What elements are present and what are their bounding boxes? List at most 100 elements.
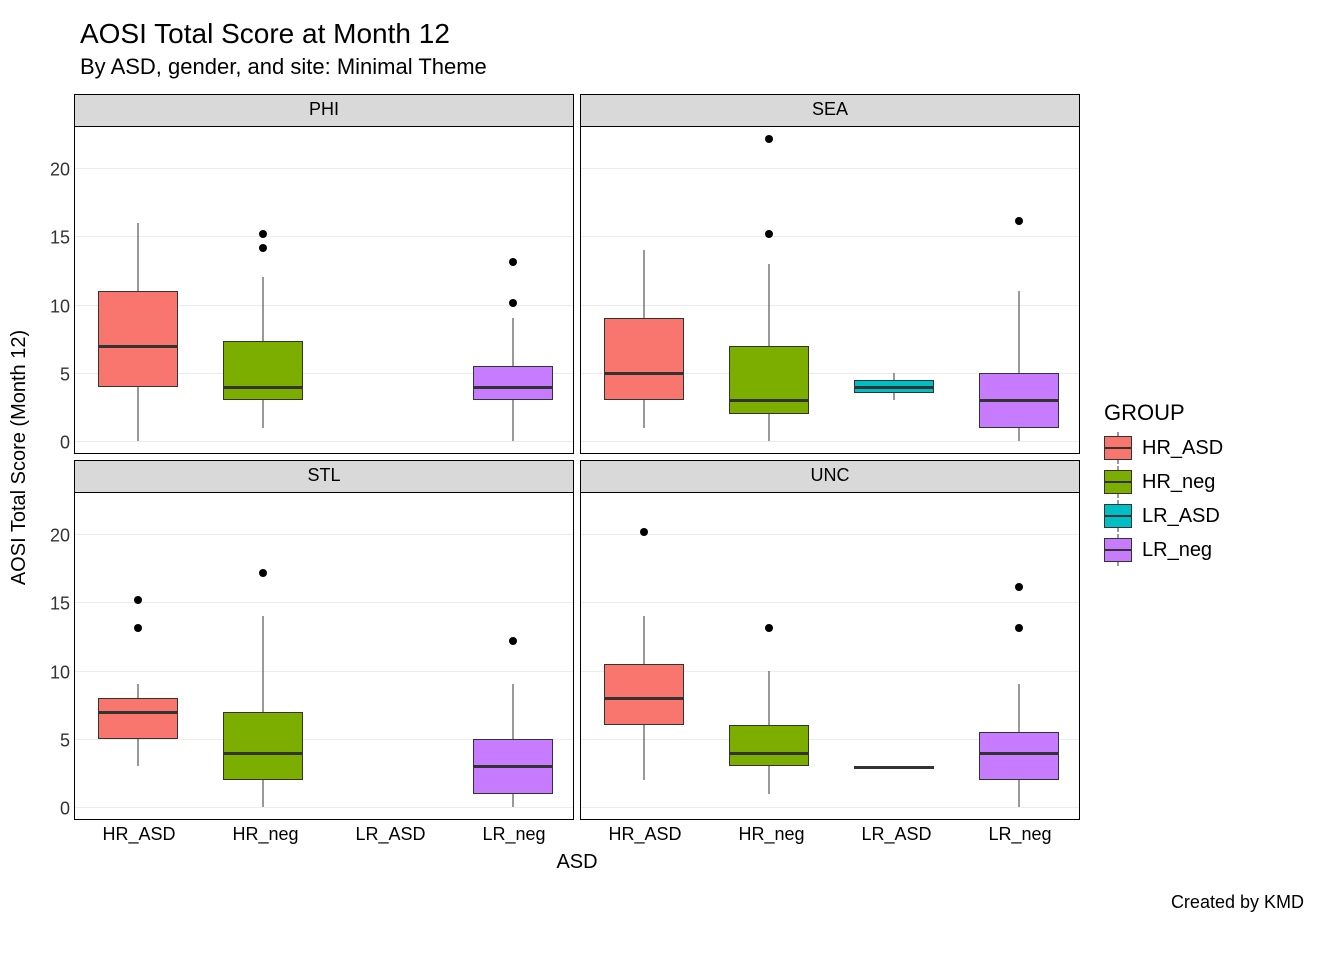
box-rect (473, 366, 553, 400)
box-rect (98, 291, 178, 387)
box-slot (450, 127, 573, 453)
box-outlier (509, 299, 517, 307)
box-median (604, 372, 684, 375)
legend-key-icon (1104, 504, 1132, 528)
box-rect (604, 664, 684, 726)
facet-panel: PHI (74, 94, 574, 454)
box-median (98, 711, 178, 714)
box-median (979, 752, 1059, 755)
box-outlier (765, 230, 773, 238)
x-axis-ticks-row: HR_ASDHR_negLR_ASDLR_negHR_ASDHR_negLR_A… (74, 824, 1344, 845)
legend-item: HR_neg (1104, 470, 1304, 494)
legend-key-icon (1104, 436, 1132, 460)
box-rect (979, 732, 1059, 780)
box-outlier (259, 244, 267, 252)
box-outlier (259, 569, 267, 577)
plot-title: AOSI Total Score at Month 12 (80, 18, 1344, 50)
box-slot (200, 127, 325, 453)
y-tick-label: 5 (60, 365, 70, 386)
facet-panel: SEA (580, 94, 1080, 454)
box-rect (223, 341, 303, 400)
legend-key-icon (1104, 538, 1132, 562)
box-outlier (765, 624, 773, 632)
x-tick-label: LR_ASD (355, 824, 425, 845)
y-tick-label: 10 (50, 662, 70, 683)
facet-panel: UNC (580, 460, 1080, 820)
box-slot (75, 493, 200, 819)
box-outlier (134, 596, 142, 604)
box-rect (604, 318, 684, 400)
y-axis-label: AOSI Total Score (Month 12) (9, 329, 32, 584)
y-tick-label: 0 (60, 799, 70, 820)
facet-plot-area (581, 493, 1079, 819)
box-slot (956, 493, 1079, 819)
chart-figure: AOSI Total Score at Month 12 By ASD, gen… (0, 0, 1344, 960)
title-block: AOSI Total Score at Month 12 By ASD, gen… (0, 18, 1344, 80)
box-slot (200, 493, 325, 819)
box-outlier (1015, 583, 1023, 591)
y-tick-label: 20 (50, 160, 70, 181)
facet-grid: PHISEA STLUNC (74, 94, 1080, 820)
box-rect (729, 725, 809, 766)
box-outlier (509, 637, 517, 645)
box-slot (956, 127, 1079, 453)
box-median (98, 345, 178, 348)
box-median (473, 386, 553, 389)
legend-item: LR_ASD (1104, 504, 1304, 528)
legend-item: HR_ASD (1104, 436, 1304, 460)
y-tick-label: 20 (50, 526, 70, 547)
box-slot (706, 493, 831, 819)
box-slot (831, 127, 956, 453)
x-tick-label: HR_neg (738, 824, 804, 845)
box-median (979, 399, 1059, 402)
facet-plot-area (75, 493, 573, 819)
box-median (729, 399, 809, 402)
y-tick-label: 10 (50, 296, 70, 317)
box-slot (831, 493, 956, 819)
box-median (223, 386, 303, 389)
box-outlier (1015, 217, 1023, 225)
x-axis-label: ASD (74, 851, 1080, 874)
facet-strip-label: STL (75, 461, 573, 493)
y-tick-label: 0 (60, 433, 70, 454)
box-slot (581, 493, 706, 819)
x-tick-label: LR_ASD (861, 824, 931, 845)
box-slot (450, 493, 573, 819)
box-rect (729, 346, 809, 414)
legend-label: HR_ASD (1142, 437, 1223, 460)
x-axis-ticks: HR_ASDHR_negLR_ASDLR_neg (580, 824, 1080, 845)
legend-label: LR_ASD (1142, 505, 1220, 528)
x-tick-label: LR_neg (482, 824, 545, 845)
plot-subtitle: By ASD, gender, and site: Minimal Theme (80, 54, 1344, 80)
x-tick-label: HR_neg (232, 824, 298, 845)
y-axis-label-wrap: AOSI Total Score (Month 12) (0, 446, 40, 469)
box-outlier (640, 528, 648, 536)
x-tick-label: LR_neg (988, 824, 1051, 845)
legend-label: HR_neg (1142, 471, 1215, 494)
legend-label: LR_neg (1142, 539, 1212, 562)
x-axis-ticks: HR_ASD HR_neg LR_ASD LR_neg (74, 824, 574, 845)
legend-title: GROUP (1104, 400, 1304, 426)
box-slot (325, 493, 450, 819)
box-median (223, 752, 303, 755)
facet-strip-label: UNC (581, 461, 1079, 493)
legend-item: LR_neg (1104, 538, 1304, 562)
y-tick-label: 15 (50, 228, 70, 249)
box-outlier (1015, 624, 1023, 632)
legend-key-icon (1104, 470, 1132, 494)
box-single-line (854, 766, 934, 769)
plot-caption: Created by KMD (0, 892, 1344, 913)
box-slot (75, 127, 200, 453)
y-tick-label: 15 (50, 594, 70, 615)
box-slot (706, 127, 831, 453)
box-outlier (259, 230, 267, 238)
box-median (604, 697, 684, 700)
box-rect (223, 712, 303, 780)
legend: GROUP HR_ASD HR_neg LR_ASD LR_neg (1104, 400, 1304, 572)
facet-strip-label: SEA (581, 95, 1079, 127)
box-median (473, 765, 553, 768)
facet-plot-area (581, 127, 1079, 453)
y-axis-ticks: 0510152005101520 (40, 97, 74, 817)
box-outlier (134, 624, 142, 632)
x-tick-label: HR_ASD (102, 824, 175, 845)
